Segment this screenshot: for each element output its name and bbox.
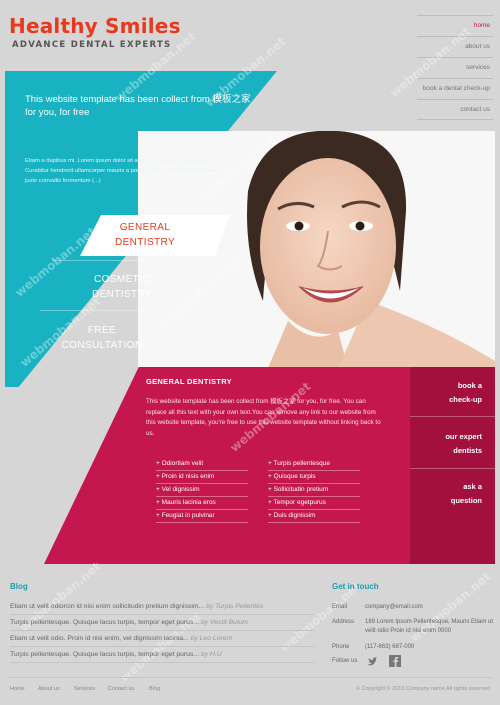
footer-link-blog[interactable]: Blog: [149, 686, 160, 692]
twitter-icon[interactable]: [366, 655, 378, 667]
list-item[interactable]: + Mauris lacinia eros: [156, 497, 248, 510]
blog-post-author: by Vestit Bulum: [200, 619, 248, 626]
divider: [410, 468, 495, 469]
phone-label: Phone: [332, 644, 350, 650]
blog-post-author: by Turpis Pellentes: [206, 603, 264, 610]
footer-link-about[interactable]: About us: [38, 686, 60, 692]
divider: [40, 310, 170, 311]
service-label-line1: COSMETIC: [94, 274, 150, 285]
side-item-line1: ask a: [463, 482, 482, 491]
hero-title: This website template has been collect f…: [25, 94, 251, 118]
list-item[interactable]: + Sollicitudin pretium: [268, 484, 360, 497]
main-nav: home about us services book a dental che…: [417, 15, 493, 120]
email-link[interactable]: company@email.com: [365, 603, 495, 612]
list-item[interactable]: + Duis dignissim: [268, 510, 360, 523]
service-label-line2: DENTISTRY: [91, 289, 153, 300]
footer-link-home[interactable]: Home: [10, 686, 25, 692]
list-item[interactable]: + Quisque turpis: [268, 471, 360, 484]
blog-post[interactable]: Etiam ut velit odiorcin id nisi enim sol…: [10, 601, 315, 615]
list-item[interactable]: + Turpis pellentesque: [268, 458, 360, 471]
address-value: 189 Lorem Ipsum Pellentesque, Mauris Eti…: [365, 619, 494, 634]
facebook-icon[interactable]: [389, 655, 401, 667]
service-general-dentistry[interactable]: GENERAL DENTISTRY: [95, 220, 195, 250]
blog-post[interactable]: Etiam ut velit odio. Proin id nisi enim,…: [10, 633, 315, 647]
email-label: Email: [332, 604, 348, 610]
nav-item-checkup[interactable]: book a dental check-up: [417, 78, 493, 99]
general-dentistry-text: This website template has been collect f…: [146, 398, 381, 437]
nav-item-about[interactable]: about us: [417, 36, 493, 57]
general-dentistry-title: GENERAL DENTISTRY: [146, 377, 232, 386]
blog-post-author: by H.U: [200, 651, 222, 658]
service-label-line1: GENERAL: [119, 222, 171, 233]
blog-heading: Blog: [10, 582, 28, 591]
blog-post-text: Turpis pellentesque. Quisque lacus turpi…: [10, 651, 200, 658]
list-item[interactable]: + Proin id nisis enim: [156, 471, 248, 484]
hero-text: Etiam a dapibus mi. Lorem ipsum dolor si…: [25, 158, 219, 184]
divider: [410, 416, 495, 417]
blog-post-text: Turpis pellentesque. Quisque lacus turpi…: [10, 619, 200, 626]
nav-item-home[interactable]: home: [417, 15, 493, 36]
feature-list-left: + Odiortiam velit + Proin id nisis enim …: [156, 458, 248, 523]
side-item-expert-dentists[interactable]: our expert dentists: [410, 430, 495, 458]
footer-link-contact[interactable]: Contact us: [108, 686, 134, 692]
side-item-book-checkup[interactable]: book a check-up: [410, 379, 495, 407]
footer-divider: [8, 677, 492, 678]
list-item[interactable]: + Feugiat in pulvinar: [156, 510, 248, 523]
service-label-line2: CONSULTATION: [61, 340, 143, 351]
side-item-ask-question[interactable]: ask a question: [410, 480, 495, 508]
side-item-line1: book a: [457, 381, 482, 390]
phone-value: (117-663) 687-000: [365, 644, 415, 650]
service-cosmetic-dentistry[interactable]: COSMETIC DENTISTRY: [72, 272, 172, 302]
divider: [52, 260, 202, 261]
list-item[interactable]: + Vel dignissim: [156, 484, 248, 497]
blog-post-author: by Leo Lorem: [190, 635, 233, 642]
site-logo-title[interactable]: Healthy Smiles: [9, 14, 181, 38]
list-item[interactable]: + Tempor egetpurus: [268, 497, 360, 510]
contact-heading: Get in touch: [332, 582, 379, 591]
service-free-consultation[interactable]: FREE CONSULTATION: [52, 323, 152, 353]
feature-list-right: + Turpis pellentesque + Quisque turpis +…: [268, 458, 360, 523]
side-item-line2: check-up: [449, 395, 482, 404]
footer-link-services[interactable]: Services: [74, 686, 95, 692]
follow-label: Follow us: [332, 658, 358, 664]
nav-item-services[interactable]: services: [417, 57, 493, 78]
address-label: Address: [332, 619, 355, 625]
service-label-line1: FREE: [87, 325, 117, 336]
copyright: © Copyright © 2013 Company name All righ…: [355, 686, 490, 692]
side-item-line2: dentists: [453, 446, 482, 455]
nav-item-contact[interactable]: contact us: [417, 99, 493, 120]
blog-post-text: Etiam ut velit odiorcin id nisi enim sol…: [10, 603, 205, 610]
list-item[interactable]: + Odiortiam velit: [156, 458, 248, 471]
side-item-line1: our expert: [445, 432, 482, 441]
blog-post-text: Etiam ut velit odio. Proin id nisi enim,…: [10, 635, 189, 642]
service-label-line2: DENTISTRY: [114, 237, 176, 248]
site-tagline: ADVANCE DENTAL EXPERTS: [12, 40, 172, 50]
blog-post[interactable]: Turpis pellentesque. Quisque lacus turpi…: [10, 617, 315, 631]
blog-post[interactable]: Turpis pellentesque. Quisque lacus turpi…: [10, 649, 315, 663]
side-item-line2: question: [450, 496, 482, 505]
